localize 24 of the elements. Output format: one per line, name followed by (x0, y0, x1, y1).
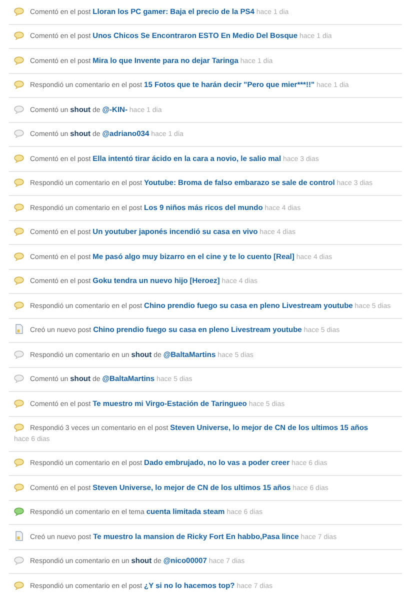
speech-bubble-icon (14, 373, 24, 383)
speech-bubble-icon (14, 300, 24, 310)
document-icon (14, 324, 24, 334)
speech-bubble-icon (14, 79, 24, 89)
speech-bubble-icon (14, 457, 24, 467)
speech-bubble-icon (14, 6, 24, 16)
speech-bubble-icon (14, 54, 24, 64)
speech-bubble-icon (14, 128, 24, 138)
speech-bubble-icon (14, 250, 24, 260)
speech-bubble-icon (14, 506, 24, 516)
speech-bubble-icon (14, 30, 24, 40)
speech-bubble-icon (14, 275, 24, 285)
document-icon (14, 530, 24, 540)
speech-bubble-icon (14, 555, 24, 565)
speech-bubble-icon (14, 398, 24, 408)
speech-bubble-icon (14, 422, 24, 432)
speech-bubble-icon (14, 482, 24, 492)
speech-bubble-icon (14, 226, 24, 236)
speech-bubble-icon (14, 348, 24, 358)
speech-bubble-icon (14, 580, 24, 590)
speech-bubble-icon (14, 202, 24, 212)
speech-bubble-icon (14, 152, 24, 162)
speech-bubble-icon (14, 177, 24, 187)
speech-bubble-icon (14, 104, 24, 114)
